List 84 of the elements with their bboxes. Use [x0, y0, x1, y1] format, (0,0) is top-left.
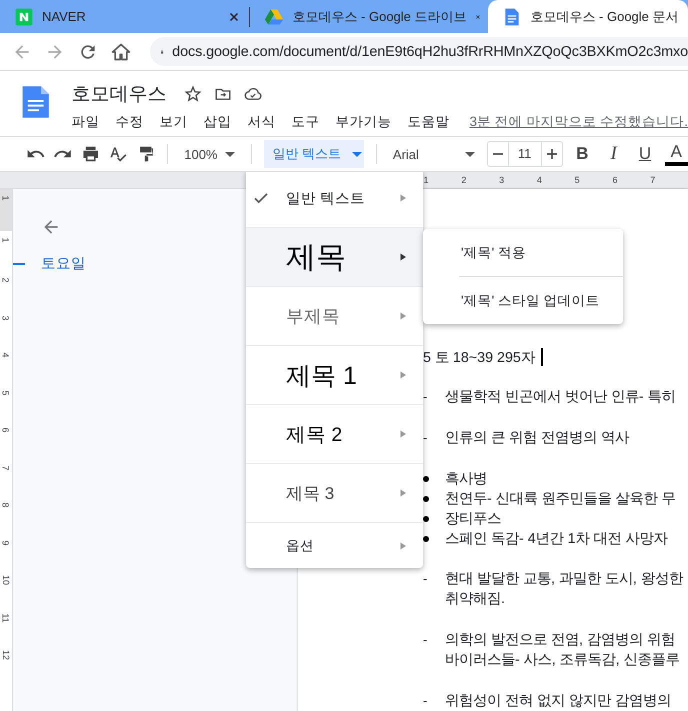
list-marker: -: [423, 388, 428, 406]
ruler-number: 1: [1, 196, 11, 200]
ruler-number: 10: [1, 575, 11, 585]
list-item-text: 흑사병: [445, 470, 487, 489]
style-menu-item[interactable]: 제목: [246, 228, 423, 287]
menu-item[interactable]: 보기: [159, 113, 196, 131]
star-icon[interactable]: [184, 85, 202, 103]
list-item-text: 스페인 독감- 4년간 1차 대전 사망자: [445, 530, 668, 549]
bullet-dot: [423, 536, 429, 542]
outline-item[interactable]: 토요일: [41, 254, 86, 273]
italic-button[interactable]: I: [602, 142, 626, 166]
last-edit-link[interactable]: 3분 전에 마지막으로 수정했습니다.: [469, 113, 688, 131]
list-marker: -: [423, 429, 428, 447]
zoom-dropdown[interactable]: 100%: [180, 140, 240, 168]
ruler-number: 12: [1, 650, 11, 660]
ruler-number: 7: [1, 465, 11, 470]
paragraph-text: 위험성이 전혀 없지 않지만 감염병의: [445, 692, 671, 711]
ruler-number: 1: [1, 238, 11, 242]
cloud-check-icon[interactable]: [244, 85, 262, 103]
browser-tab[interactable]: NAVER: [0, 0, 250, 33]
paragraph-text: 현대 발달한 교통, 과밀한 도시, 왕성한: [445, 570, 683, 589]
bullet-dot: [423, 476, 429, 482]
ruler-number: 2: [461, 174, 468, 187]
caret-icon: [225, 152, 236, 156]
menu-item[interactable]: 수정: [115, 113, 152, 131]
ruler-number: 5: [574, 174, 581, 187]
style-dropdown[interactable]: 일반 텍스트: [264, 140, 364, 168]
menu-item[interactable]: 삽입: [203, 113, 240, 131]
address-bar[interactable]: docs.google.com/document/d/1enE9t6qH2hu3fRrRHMnXZQoQc3BXKmO2c3mxo: [150, 37, 688, 66]
ruler-number: 4: [1, 352, 11, 358]
ruler-number: 2: [1, 278, 11, 282]
paragraph-text: 생물학적 빈곤에서 벗어난 인류- 특히: [445, 388, 676, 407]
style-menu-item[interactable]: 제목 2: [246, 405, 423, 464]
url-text: docs.google.com/document/d/1enE9t6qH2hu3fRrRHMnXZQoQc3BXKmO2c3mxo: [172, 44, 688, 60]
ruler-number: 1: [424, 174, 430, 187]
list-marker: -: [423, 631, 428, 649]
menu-item[interactable]: 도움말: [407, 113, 458, 131]
tab-title: NAVER: [42, 9, 87, 24]
tab-title: 호모데우스 - Google 드라이브: [292, 8, 467, 26]
ruler-number: 3: [1, 315, 11, 320]
submenu-item[interactable]: '제목' 적용: [423, 229, 623, 276]
heading-text: 5 토 18~39 295자: [423, 348, 535, 366]
font-dropdown[interactable]: Arial: [388, 140, 479, 168]
browser-tab[interactable]: 호모데우스 - Google 드라이브: [250, 0, 488, 33]
bullet-dot: [423, 516, 429, 522]
ruler-number: 8: [1, 502, 11, 508]
menu-item[interactable]: 도구: [291, 113, 328, 131]
print-icon[interactable]: [80, 144, 100, 164]
ruler-number: 5: [1, 390, 11, 395]
triangle-logo-icon: [264, 6, 284, 26]
bullet-dot: [423, 496, 429, 502]
underline-button[interactable]: U: [633, 142, 657, 166]
list-item-text: 천연두- 신대륙 원주민들을 살육한 무: [445, 490, 676, 509]
ruler-number: 9: [1, 540, 11, 545]
menu-item[interactable]: 서식: [247, 113, 284, 131]
n-logo-icon: [14, 6, 34, 26]
ruler-number: 11: [1, 612, 11, 622]
ruler-number: 6: [1, 428, 11, 432]
menu-item[interactable]: 파일: [71, 113, 108, 131]
home-icon[interactable]: [111, 42, 131, 62]
list-marker: -: [423, 692, 428, 710]
list-item-text: 장티푸스: [445, 510, 501, 529]
browser-tab[interactable]: 호모데우스 - Google 문서: [488, 0, 688, 33]
caret-icon: [352, 152, 362, 156]
list-marker: -: [423, 570, 428, 588]
menu-item[interactable]: 부가기능: [335, 113, 400, 131]
text-color-button[interactable]: A: [664, 142, 688, 166]
bold-button[interactable]: B: [570, 142, 594, 166]
style-menu-item[interactable]: 제목 3: [246, 464, 423, 523]
ruler-number: 6: [612, 174, 618, 187]
text-cursor: [540, 348, 543, 366]
ruler-number: 7: [650, 174, 656, 187]
ruler-number: 4: [536, 174, 543, 187]
style-menu-item[interactable]: 옵션: [246, 523, 423, 568]
paragraph-text: 의학의 발전으로 전염, 감염병의 위험: [445, 631, 676, 650]
tab-title: 호모데우스 - Google 문서: [530, 8, 680, 26]
document-title[interactable]: 호모데우스: [71, 81, 166, 107]
caret-icon: [464, 152, 475, 156]
submenu-item[interactable]: '제목' 스타일 업데이트: [423, 277, 623, 324]
style-menu-item[interactable]: 제목 1: [246, 346, 423, 405]
paragraph-text: 인류의 큰 위험 전염병의 역사: [445, 429, 629, 448]
ruler-number: 3: [499, 174, 506, 187]
paragraph-text: 바이러스들- 사스, 조류독감, 신종플루: [445, 651, 680, 670]
paragraph-text: 취약해짐.: [445, 590, 506, 609]
